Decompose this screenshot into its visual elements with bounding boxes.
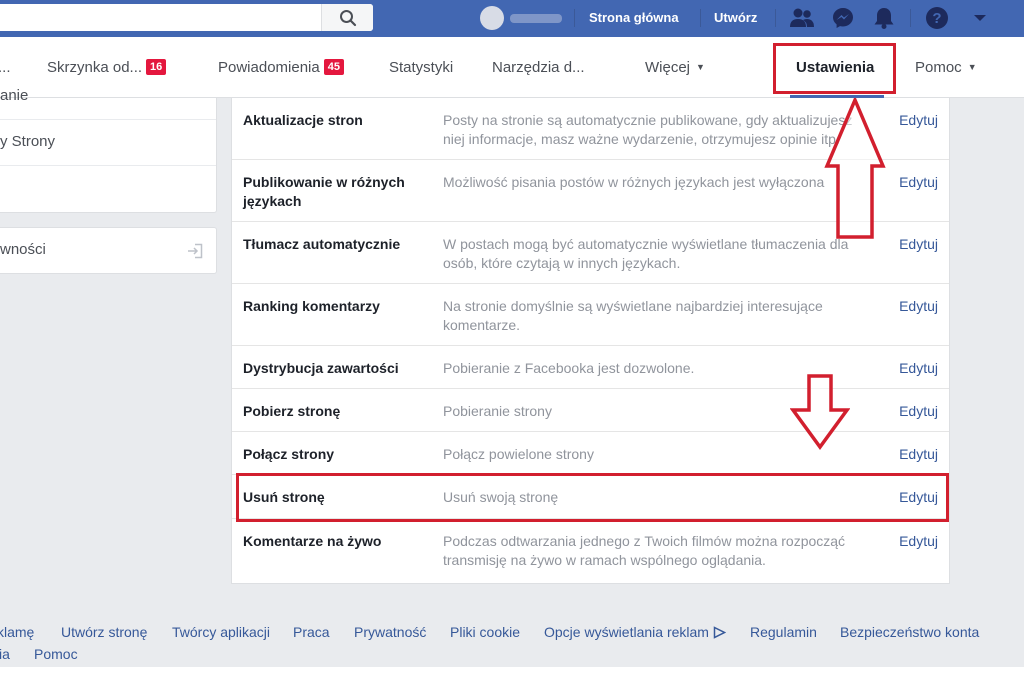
create-link[interactable]: Utwórz bbox=[714, 10, 757, 25]
edit-link[interactable]: Edytuj bbox=[899, 359, 938, 378]
notifications-count-badge: 45 bbox=[323, 59, 344, 75]
footer-link[interactable]: Prywatność bbox=[354, 624, 426, 640]
footer-link[interactable]: Regulamin bbox=[750, 624, 817, 640]
search-icon bbox=[339, 9, 356, 26]
caret-down-icon: ▼ bbox=[696, 62, 705, 72]
edit-link[interactable]: Edytuj bbox=[899, 532, 938, 551]
footer-link[interactable]: Bezpieczeństwo konta bbox=[840, 624, 979, 640]
setting-description: Możliwość pisania postów w różnych język… bbox=[443, 174, 825, 190]
highlight-box-delete-page bbox=[236, 473, 949, 522]
notifications-button[interactable] bbox=[870, 4, 898, 32]
top-navigation-bar: Strona główna Utwórz ? bbox=[0, 0, 1024, 37]
tab-inbox-label: Skrzynka od... bbox=[47, 59, 143, 76]
messenger-icon bbox=[833, 8, 853, 28]
setting-description: Podczas odtwarzania jednego z Twoich fil… bbox=[443, 533, 846, 568]
divider bbox=[574, 9, 575, 27]
edit-link[interactable]: Edytuj bbox=[899, 402, 938, 421]
footer-link[interactable]: Pliki cookie bbox=[450, 624, 520, 640]
up-arrow-icon bbox=[824, 98, 886, 239]
setting-name: Ranking komentarzy bbox=[243, 298, 380, 314]
sign-in-icon bbox=[188, 243, 203, 259]
home-link[interactable]: Strona główna bbox=[589, 10, 679, 25]
edit-link[interactable]: Edytuj bbox=[899, 111, 938, 130]
setting-description: Na stronie domyślnie są wyświetlane najb… bbox=[443, 298, 823, 333]
avatar bbox=[480, 6, 504, 30]
edit-link[interactable]: Edytuj bbox=[899, 297, 938, 316]
footer-link[interactable]: ia bbox=[0, 646, 10, 662]
setting-name: Tłumacz automatycznie bbox=[243, 236, 401, 252]
tab-help-label: Pomoc bbox=[915, 59, 962, 76]
footer-link[interactable]: klamę bbox=[0, 624, 34, 640]
setting-description: W postach mogą być automatycznie wyświet… bbox=[443, 236, 849, 271]
footer: klamę Utwórz stronę Twórcy aplikacji Pra… bbox=[0, 598, 1024, 667]
divider bbox=[910, 9, 911, 27]
friend-requests-button[interactable] bbox=[788, 4, 816, 32]
tab-insights[interactable]: Statystyki bbox=[389, 59, 453, 76]
search-button[interactable] bbox=[321, 4, 373, 31]
setting-name: Komentarze na żywo bbox=[243, 533, 382, 549]
friends-icon bbox=[790, 8, 814, 27]
setting-name: Połącz strony bbox=[243, 446, 335, 462]
footer-link[interactable]: Twórcy aplikacji bbox=[172, 624, 270, 640]
tab-inbox[interactable]: Skrzynka od... 16 bbox=[47, 59, 167, 76]
svg-text:?: ? bbox=[932, 10, 941, 27]
tab-help[interactable]: Pomoc ▼ bbox=[915, 59, 977, 76]
account-menu-button[interactable] bbox=[966, 4, 994, 32]
search-input[interactable] bbox=[0, 4, 373, 31]
tab-notifications[interactable]: Powiadomienia 45 bbox=[218, 59, 344, 76]
divider bbox=[0, 165, 216, 166]
tab-overflow[interactable]: ... bbox=[0, 59, 11, 76]
footer-link-ad-choices[interactable]: Opcje wyświetlania reklam bbox=[544, 624, 727, 640]
profile-name-blurred bbox=[510, 14, 562, 23]
divider bbox=[700, 9, 701, 27]
sidebar-item[interactable]: y Strony bbox=[0, 133, 216, 150]
ad-choices-icon bbox=[713, 626, 727, 639]
divider bbox=[775, 9, 776, 27]
caret-down-icon: ▼ bbox=[967, 62, 977, 72]
bottom-strip bbox=[0, 667, 1024, 683]
question-icon: ? bbox=[926, 7, 948, 29]
bell-icon bbox=[874, 8, 894, 29]
sidebar-item[interactable]: anie bbox=[0, 87, 216, 104]
tab-publishing-tools[interactable]: Narzędzia d... bbox=[492, 59, 585, 76]
footer-link[interactable]: Pomoc bbox=[34, 646, 78, 662]
footer-link[interactable]: Utwórz stronę bbox=[61, 624, 147, 640]
sidebar-item-label: wności bbox=[0, 241, 46, 258]
tab-more[interactable]: Więcej ▼ bbox=[645, 59, 705, 76]
edit-link[interactable]: Edytuj bbox=[899, 173, 938, 192]
sidebar-card-2[interactable]: wności bbox=[0, 227, 217, 274]
settings-row: Komentarze na żywo Podczas odtwarzania je… bbox=[232, 519, 949, 584]
footer-link[interactable]: Praca bbox=[293, 624, 330, 640]
setting-name: Aktualizacje stron bbox=[243, 112, 363, 128]
caret-down-icon bbox=[974, 15, 986, 21]
inbox-count-badge: 16 bbox=[146, 59, 167, 75]
setting-description: Posty na stronie są automatycznie publik… bbox=[443, 112, 853, 147]
setting-name: Dystrybucja zawartości bbox=[243, 360, 399, 376]
sidebar-card: anie y Strony bbox=[0, 87, 217, 213]
tab-notifications-label: Powiadomienia bbox=[218, 59, 320, 76]
edit-link[interactable]: Edytuj bbox=[899, 235, 938, 254]
highlight-box-settings-tab bbox=[773, 43, 896, 94]
edit-link[interactable]: Edytuj bbox=[899, 445, 938, 464]
tab-more-label: Więcej bbox=[645, 59, 691, 76]
down-arrow-icon bbox=[790, 374, 850, 450]
divider bbox=[0, 119, 216, 120]
footer-link-label: Opcje wyświetlania reklam bbox=[544, 624, 709, 640]
settings-row: Ranking komentarzy Na stronie domyślnie s… bbox=[232, 284, 949, 346]
setting-name: Pobierz stronę bbox=[243, 403, 341, 419]
setting-name: Publikowanie w różnych językach bbox=[243, 174, 405, 209]
messenger-button[interactable] bbox=[829, 4, 857, 32]
profile-link[interactable] bbox=[476, 6, 566, 30]
help-button[interactable]: ? bbox=[923, 4, 951, 32]
